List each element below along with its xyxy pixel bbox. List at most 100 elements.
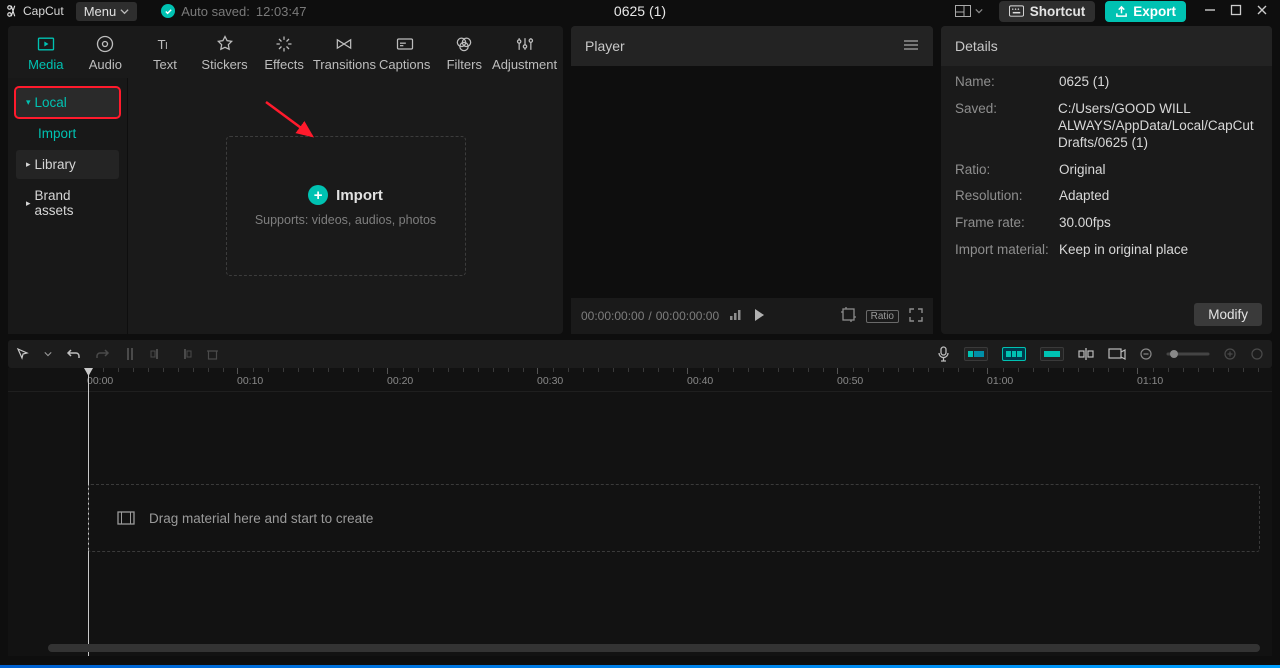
- tab-captions[interactable]: Captions: [375, 32, 435, 78]
- tab-audio[interactable]: Audio: [76, 32, 136, 78]
- timeline-scrollbar[interactable]: [48, 644, 1260, 652]
- media-tabs: Media Audio TI Text Stickers Effects Tra…: [8, 26, 563, 78]
- magnet-link-button[interactable]: [1040, 347, 1064, 361]
- import-dropzone[interactable]: + Import Supports: videos, audios, photo…: [226, 136, 466, 276]
- title-bar: CapCut Menu Auto saved: 12:03:47 0625 (1…: [0, 0, 1280, 22]
- export-button[interactable]: Export: [1105, 1, 1186, 22]
- scale-button[interactable]: [841, 307, 856, 325]
- tab-stickers[interactable]: Stickers: [195, 32, 255, 78]
- import-zone: + Import Supports: videos, audios, photo…: [128, 78, 563, 334]
- delete-right-button[interactable]: [178, 347, 192, 361]
- layout-button[interactable]: [949, 3, 989, 19]
- selection-tool[interactable]: [16, 347, 30, 361]
- plus-icon: +: [308, 185, 328, 205]
- modify-button[interactable]: Modify: [1194, 303, 1262, 326]
- details-panel: Details Name:0625 (1) Saved:C:/Users/GOO…: [941, 26, 1272, 334]
- timeline-ruler[interactable]: 00:0000:1000:2000:3000:4000:5001:0001:10: [8, 368, 1272, 392]
- close-button[interactable]: [1256, 4, 1268, 19]
- redo-button[interactable]: [95, 347, 110, 361]
- timeline[interactable]: 00:0000:1000:2000:3000:4000:5001:0001:10…: [8, 368, 1272, 656]
- details-res-value: Adapted: [1059, 188, 1109, 205]
- undo-icon: [66, 347, 81, 361]
- magnet-main-button[interactable]: [964, 347, 988, 361]
- mic-icon: [937, 346, 950, 362]
- fit-icon: [1250, 348, 1264, 360]
- details-res-key: Resolution:: [955, 188, 1059, 205]
- media-icon: [36, 34, 56, 54]
- filters-icon: [454, 34, 474, 54]
- captions-icon: [395, 34, 415, 54]
- details-ratio-value: Original: [1059, 162, 1106, 179]
- record-audio-button[interactable]: [937, 346, 950, 362]
- trash-icon: [206, 347, 219, 361]
- preview-axis-button[interactable]: [1108, 348, 1126, 361]
- preview-icon: [1108, 348, 1126, 361]
- snap-button[interactable]: [1078, 347, 1094, 361]
- shortcut-button[interactable]: Shortcut: [999, 1, 1096, 22]
- slider-icon: [1166, 349, 1210, 359]
- ruler-tick: 01:00: [987, 368, 1013, 387]
- caret-down-icon: ▾: [26, 97, 31, 108]
- tab-filters[interactable]: Filters: [434, 32, 494, 78]
- tool-dropdown[interactable]: [44, 350, 52, 358]
- fullscreen-button[interactable]: [909, 308, 923, 325]
- details-fps-value: 30.00fps: [1059, 215, 1111, 232]
- delete-button[interactable]: [206, 347, 219, 361]
- app-logo: CapCut: [6, 4, 64, 18]
- player-menu-button[interactable]: [903, 38, 919, 54]
- player-controls: 00:00:00:00 / 00:00:00:00 Ratio: [571, 298, 933, 334]
- film-icon: [117, 511, 135, 525]
- undo-button[interactable]: [66, 347, 81, 361]
- chevron-down-icon: [120, 7, 129, 16]
- split-button[interactable]: [124, 347, 136, 361]
- ruler-tick: 00:10: [237, 368, 263, 387]
- zoom-slider[interactable]: [1166, 349, 1210, 359]
- tab-adjustment[interactable]: Adjustment: [494, 32, 555, 78]
- delete-left-button[interactable]: [150, 347, 164, 361]
- play-icon: [753, 308, 765, 322]
- sidebar-item-brand-assets[interactable]: ▸Brand assets: [16, 181, 119, 225]
- tab-transitions[interactable]: Transitions: [314, 32, 375, 78]
- import-label: Import: [336, 187, 383, 204]
- sidebar-item-import[interactable]: Import: [16, 119, 119, 148]
- minimize-icon: [1204, 4, 1216, 16]
- minimize-button[interactable]: [1204, 4, 1216, 19]
- timeline-toolbar: [8, 340, 1272, 368]
- zoom-fit-button[interactable]: [1250, 348, 1264, 360]
- sidebar-item-local[interactable]: ▾Local: [16, 88, 119, 117]
- track-link-icon: [1043, 348, 1061, 360]
- details-name-value: 0625 (1): [1059, 74, 1109, 91]
- player-panel: Player 00:00:00:00 / 00:00:00:00 Ratio: [571, 26, 933, 334]
- export-icon: [1115, 5, 1128, 18]
- magnet-auto-button[interactable]: [1002, 347, 1026, 361]
- zoom-out-button[interactable]: [1140, 348, 1152, 360]
- details-fps-key: Frame rate:: [955, 215, 1059, 232]
- ratio-button[interactable]: Ratio: [866, 310, 899, 323]
- bars-icon: [729, 309, 743, 321]
- player-quality-button[interactable]: [729, 309, 743, 324]
- track-main-icon: [967, 348, 985, 360]
- svg-text:I: I: [165, 41, 168, 52]
- chevron-down-icon: [975, 7, 983, 15]
- tab-effects[interactable]: Effects: [254, 32, 314, 78]
- play-button[interactable]: [753, 308, 765, 325]
- caret-right-icon: ▸: [26, 198, 31, 209]
- maximize-button[interactable]: [1230, 4, 1242, 19]
- tab-media[interactable]: Media: [16, 32, 76, 78]
- tab-text[interactable]: TI Text: [135, 32, 195, 78]
- media-sidebar: ▾Local Import ▸Library ▸Brand assets: [8, 78, 128, 334]
- timeline-dropzone[interactable]: Drag material here and start to create: [88, 484, 1260, 552]
- project-title: 0625 (1): [614, 3, 666, 19]
- player-header: Player: [571, 26, 933, 66]
- effects-icon: [274, 34, 294, 54]
- menu-button[interactable]: Menu: [76, 2, 138, 21]
- sidebar-item-library[interactable]: ▸Library: [16, 150, 119, 179]
- player-viewport[interactable]: [571, 66, 933, 298]
- stickers-icon: [215, 34, 235, 54]
- minus-circle-icon: [1140, 348, 1152, 360]
- crop-icon: [841, 307, 856, 322]
- import-sublabel: Supports: videos, audios, photos: [255, 213, 436, 227]
- keyboard-icon: [1009, 5, 1024, 17]
- zoom-in-button[interactable]: [1224, 348, 1236, 360]
- close-icon: [1256, 4, 1268, 16]
